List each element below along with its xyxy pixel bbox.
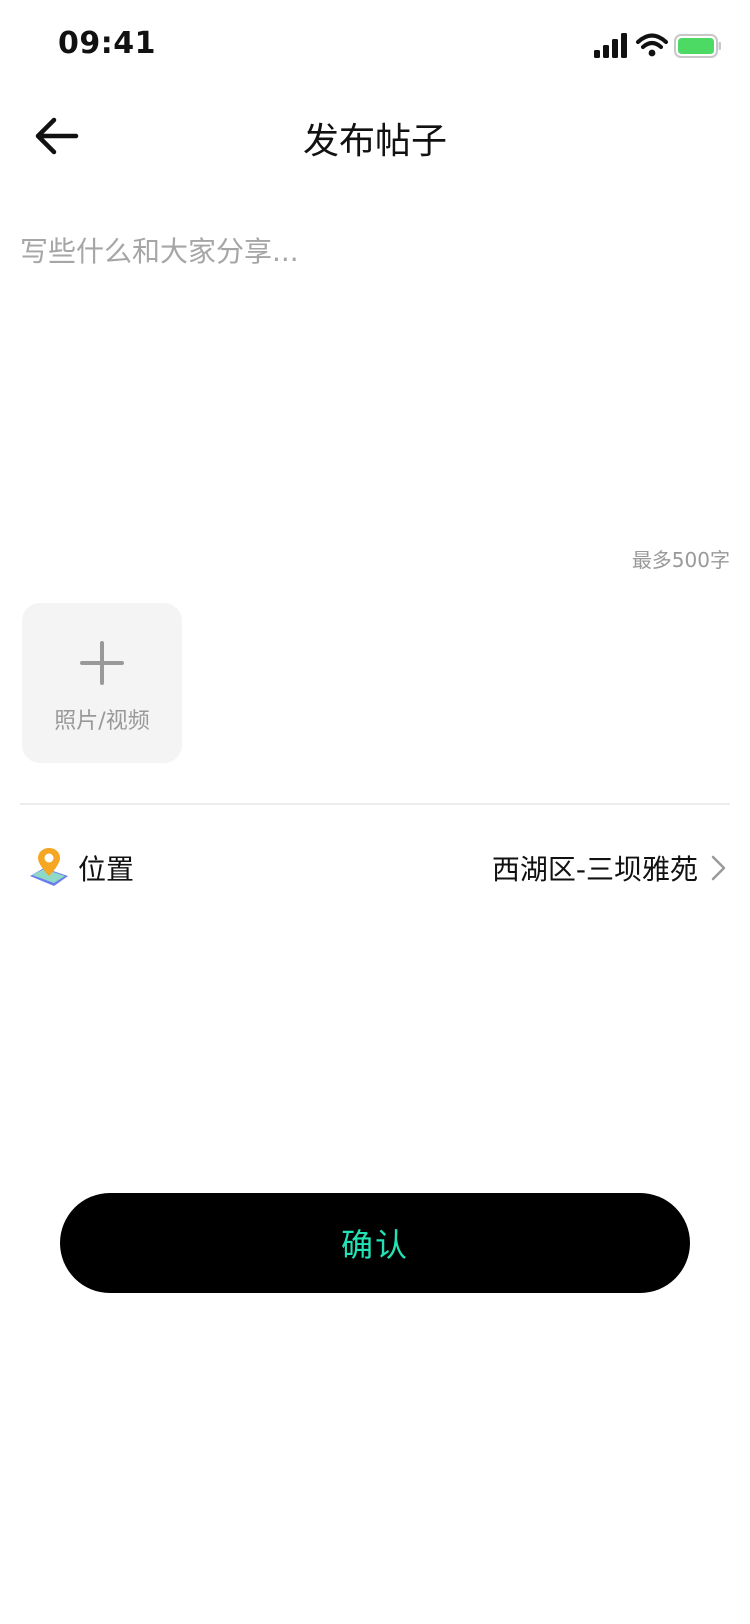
status-icons xyxy=(592,30,722,62)
status-bar: 09:41 xyxy=(0,0,750,88)
location-value: 西湖区-三坝雅苑 xyxy=(491,853,698,886)
confirm-button[interactable]: 确认 xyxy=(60,1193,690,1293)
location-row[interactable]: 位置 西湖区-三坝雅苑 xyxy=(20,836,730,900)
divider xyxy=(20,803,730,805)
chevron-right-icon xyxy=(711,855,726,881)
plus-icon xyxy=(80,641,124,685)
status-time: 09:41 xyxy=(58,26,156,61)
add-media-button[interactable]: 照片/视频 xyxy=(22,603,182,763)
char-limit-hint: 最多500字 xyxy=(631,548,730,572)
nav-bar: 发布帖子 xyxy=(0,88,750,184)
map-pin-icon xyxy=(30,848,68,886)
location-label: 位置 xyxy=(78,853,135,886)
post-content-input[interactable] xyxy=(20,230,730,540)
wifi-icon xyxy=(636,33,668,57)
page-title: 发布帖子 xyxy=(302,121,447,162)
add-media-label: 照片/视频 xyxy=(54,709,150,734)
battery-icon xyxy=(674,34,721,58)
cellular-signal-icon xyxy=(594,33,627,58)
